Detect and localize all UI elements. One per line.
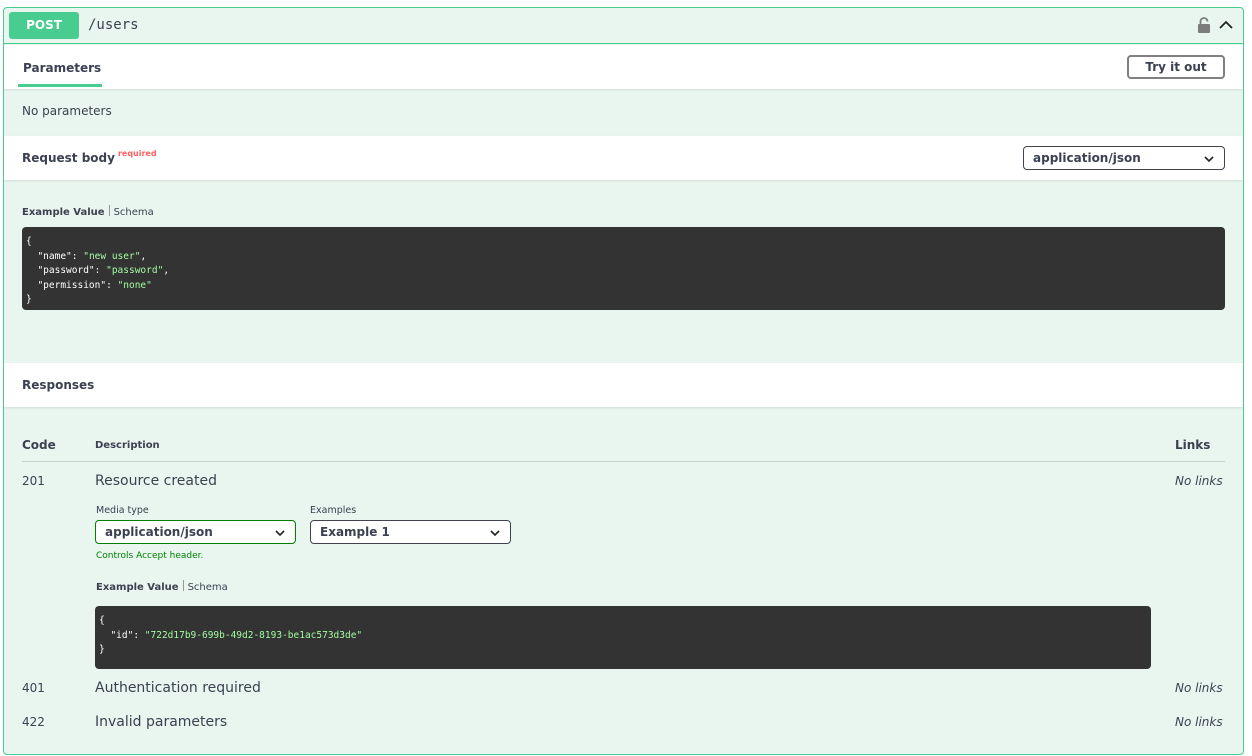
code-key-password: "password" [37, 265, 95, 276]
media-type-label: Media type [96, 505, 149, 516]
response-links-201: No links [1175, 474, 1223, 488]
chevron-down-icon [275, 530, 285, 537]
request-body-label: Request body [22, 151, 115, 165]
chevron-up-icon[interactable] [1217, 16, 1235, 34]
response-description-201: Resource created [95, 473, 217, 489]
responses-title: Responses [22, 378, 95, 392]
tab-parameters[interactable]: Parameters [18, 45, 102, 89]
tab-example-value[interactable]: Example Value [96, 582, 179, 593]
response-code-201: 201 [22, 474, 45, 488]
tab-schema[interactable]: Schema [114, 207, 154, 218]
lock-icon[interactable] [1197, 17, 1211, 33]
code-key-name: "name" [37, 250, 72, 262]
tab-schema[interactable]: Schema [188, 582, 228, 593]
request-example-tabs: Example Value Schema [22, 205, 154, 218]
method-badge: POST [9, 12, 79, 39]
code-key-permission: "permission" [37, 279, 107, 291]
col-header-description: Description [95, 440, 160, 451]
code-value-password: "password" [106, 265, 164, 276]
try-it-out-button[interactable]: Try it out [1127, 55, 1225, 79]
examples-value: Example 1 [320, 525, 390, 539]
code-comma: , [163, 265, 170, 276]
examples-label: Examples [310, 505, 357, 516]
col-header-links: Links [1175, 438, 1211, 452]
tab-parameters-label: Parameters [23, 61, 102, 75]
media-type-value: application/json [105, 525, 213, 539]
code-key-id: "id" [110, 629, 134, 641]
code-value-id: "722d17b9-699b-49d2-8193-be1ac573d3de" [144, 629, 363, 641]
code-value-permission: "none" [117, 279, 152, 291]
response-links-422: No links [1175, 715, 1223, 729]
tab-example-value[interactable]: Example Value [22, 207, 105, 218]
code-open-brace: { [99, 615, 105, 626]
request-example-code: { "name": "new user", "password": "passw… [22, 227, 1225, 310]
response-code-422: 422 [22, 715, 45, 729]
request-body-title: Request body required [22, 149, 157, 165]
responses-header: Responses [4, 363, 1243, 407]
chevron-down-icon [490, 530, 500, 537]
response-code-401: 401 [22, 681, 45, 695]
response-description-401: Authentication required [95, 680, 261, 696]
controls-accept-header-text: Controls Accept header. [96, 551, 204, 561]
content-type-select[interactable]: application/json [1023, 146, 1225, 170]
response-example-tabs: Example Value Schema [96, 580, 228, 593]
no-parameters-text: No parameters [22, 104, 112, 118]
operation-summary[interactable]: POST /users [4, 8, 1243, 44]
tab-divider [182, 580, 184, 591]
required-badge: required [117, 149, 157, 158]
response-links-401: No links [1175, 681, 1223, 695]
endpoint-path: /users [88, 17, 139, 33]
response-example-code: { "id": "722d17b9-699b-49d2-8193-be1ac57… [95, 606, 1151, 669]
content-type-value: application/json [1033, 151, 1141, 165]
tab-underline [18, 84, 102, 87]
code-close-brace: } [26, 294, 32, 305]
tab-divider [108, 205, 110, 216]
code-comma: , [140, 250, 147, 262]
operation-block: POST /users Parameters Try it out No par… [3, 7, 1244, 755]
media-type-select[interactable]: application/json [95, 520, 296, 544]
parameters-header: Parameters Try it out [4, 45, 1243, 89]
col-header-code: Code [22, 438, 56, 452]
code-value-name: "new user" [83, 250, 141, 262]
table-header-divider [22, 461, 1225, 462]
code-close-brace: } [99, 644, 105, 655]
examples-select[interactable]: Example 1 [310, 520, 511, 544]
request-body-header: Request body required application/json [4, 136, 1243, 180]
chevron-down-icon [1204, 156, 1214, 163]
code-open-brace: { [26, 236, 32, 247]
response-description-422: Invalid parameters [95, 714, 228, 730]
